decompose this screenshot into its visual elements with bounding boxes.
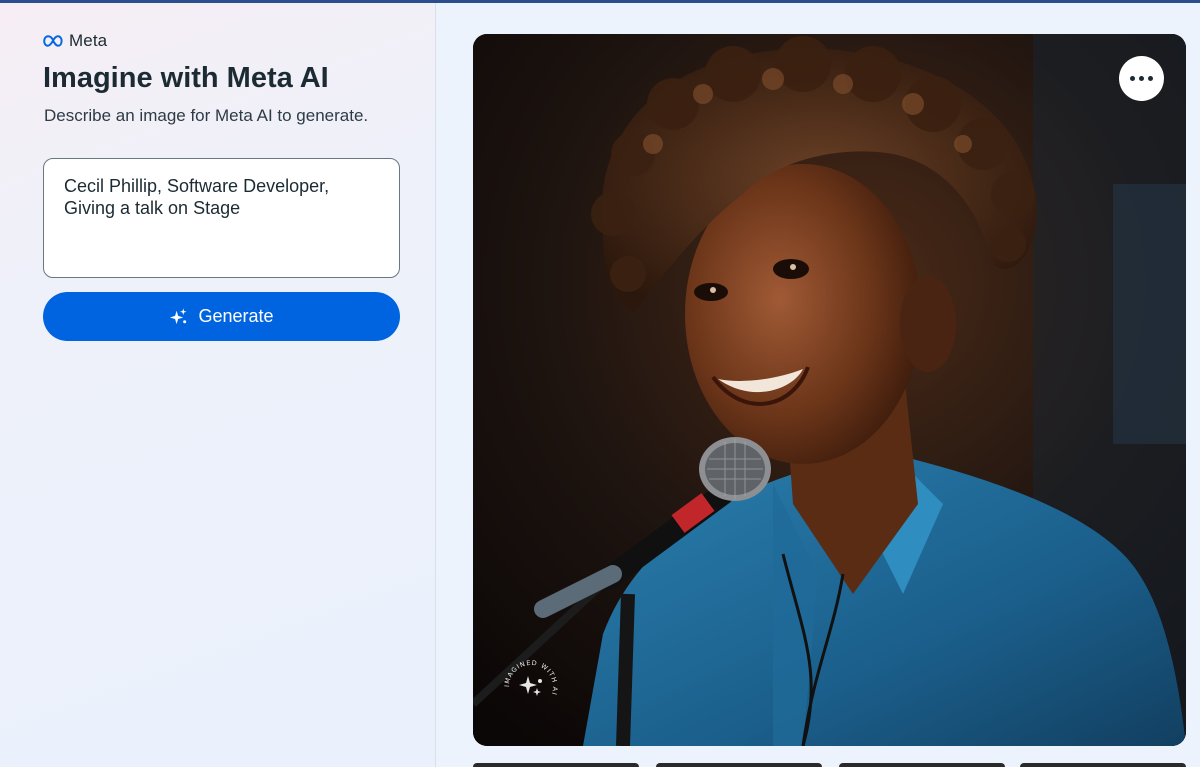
imagined-with-ai-watermark: IMAGINED WITH AI — [503, 659, 559, 697]
thumbnail-2[interactable] — [656, 763, 822, 767]
page-subtitle: Describe an image for Meta AI to generat… — [44, 106, 369, 125]
more-horizontal-icon-dot — [1148, 76, 1153, 81]
watermark-text: IMAGINED WITH AI — [503, 659, 558, 697]
sparkle-icon — [170, 308, 188, 325]
thumbnail-1[interactable] — [473, 763, 639, 767]
meta-logo[interactable]: Meta — [43, 31, 107, 51]
thumbnail-3[interactable] — [839, 763, 1005, 767]
generated-image[interactable] — [473, 34, 1186, 746]
svg-text:IMAGINED WITH AI: IMAGINED WITH AI — [503, 659, 559, 697]
generated-image-illustration — [473, 34, 1186, 746]
thumbnail-4[interactable] — [1020, 763, 1186, 767]
thumbnail-strip — [473, 763, 1186, 767]
more-horizontal-icon-dot — [1139, 76, 1144, 81]
prompt-input[interactable]: Cecil Phillip, Software Developer, Givin… — [43, 158, 400, 278]
page-title: Imagine with Meta AI — [43, 62, 329, 94]
generate-button-label: Generate — [198, 306, 274, 326]
meta-infinity-icon — [43, 35, 63, 47]
generate-button[interactable]: Generate — [43, 292, 400, 341]
more-horizontal-icon — [1130, 76, 1135, 81]
watermark-sparkle-icon — [519, 676, 537, 694]
brand-name: Meta — [69, 31, 108, 50]
more-options-button[interactable] — [1119, 56, 1164, 101]
